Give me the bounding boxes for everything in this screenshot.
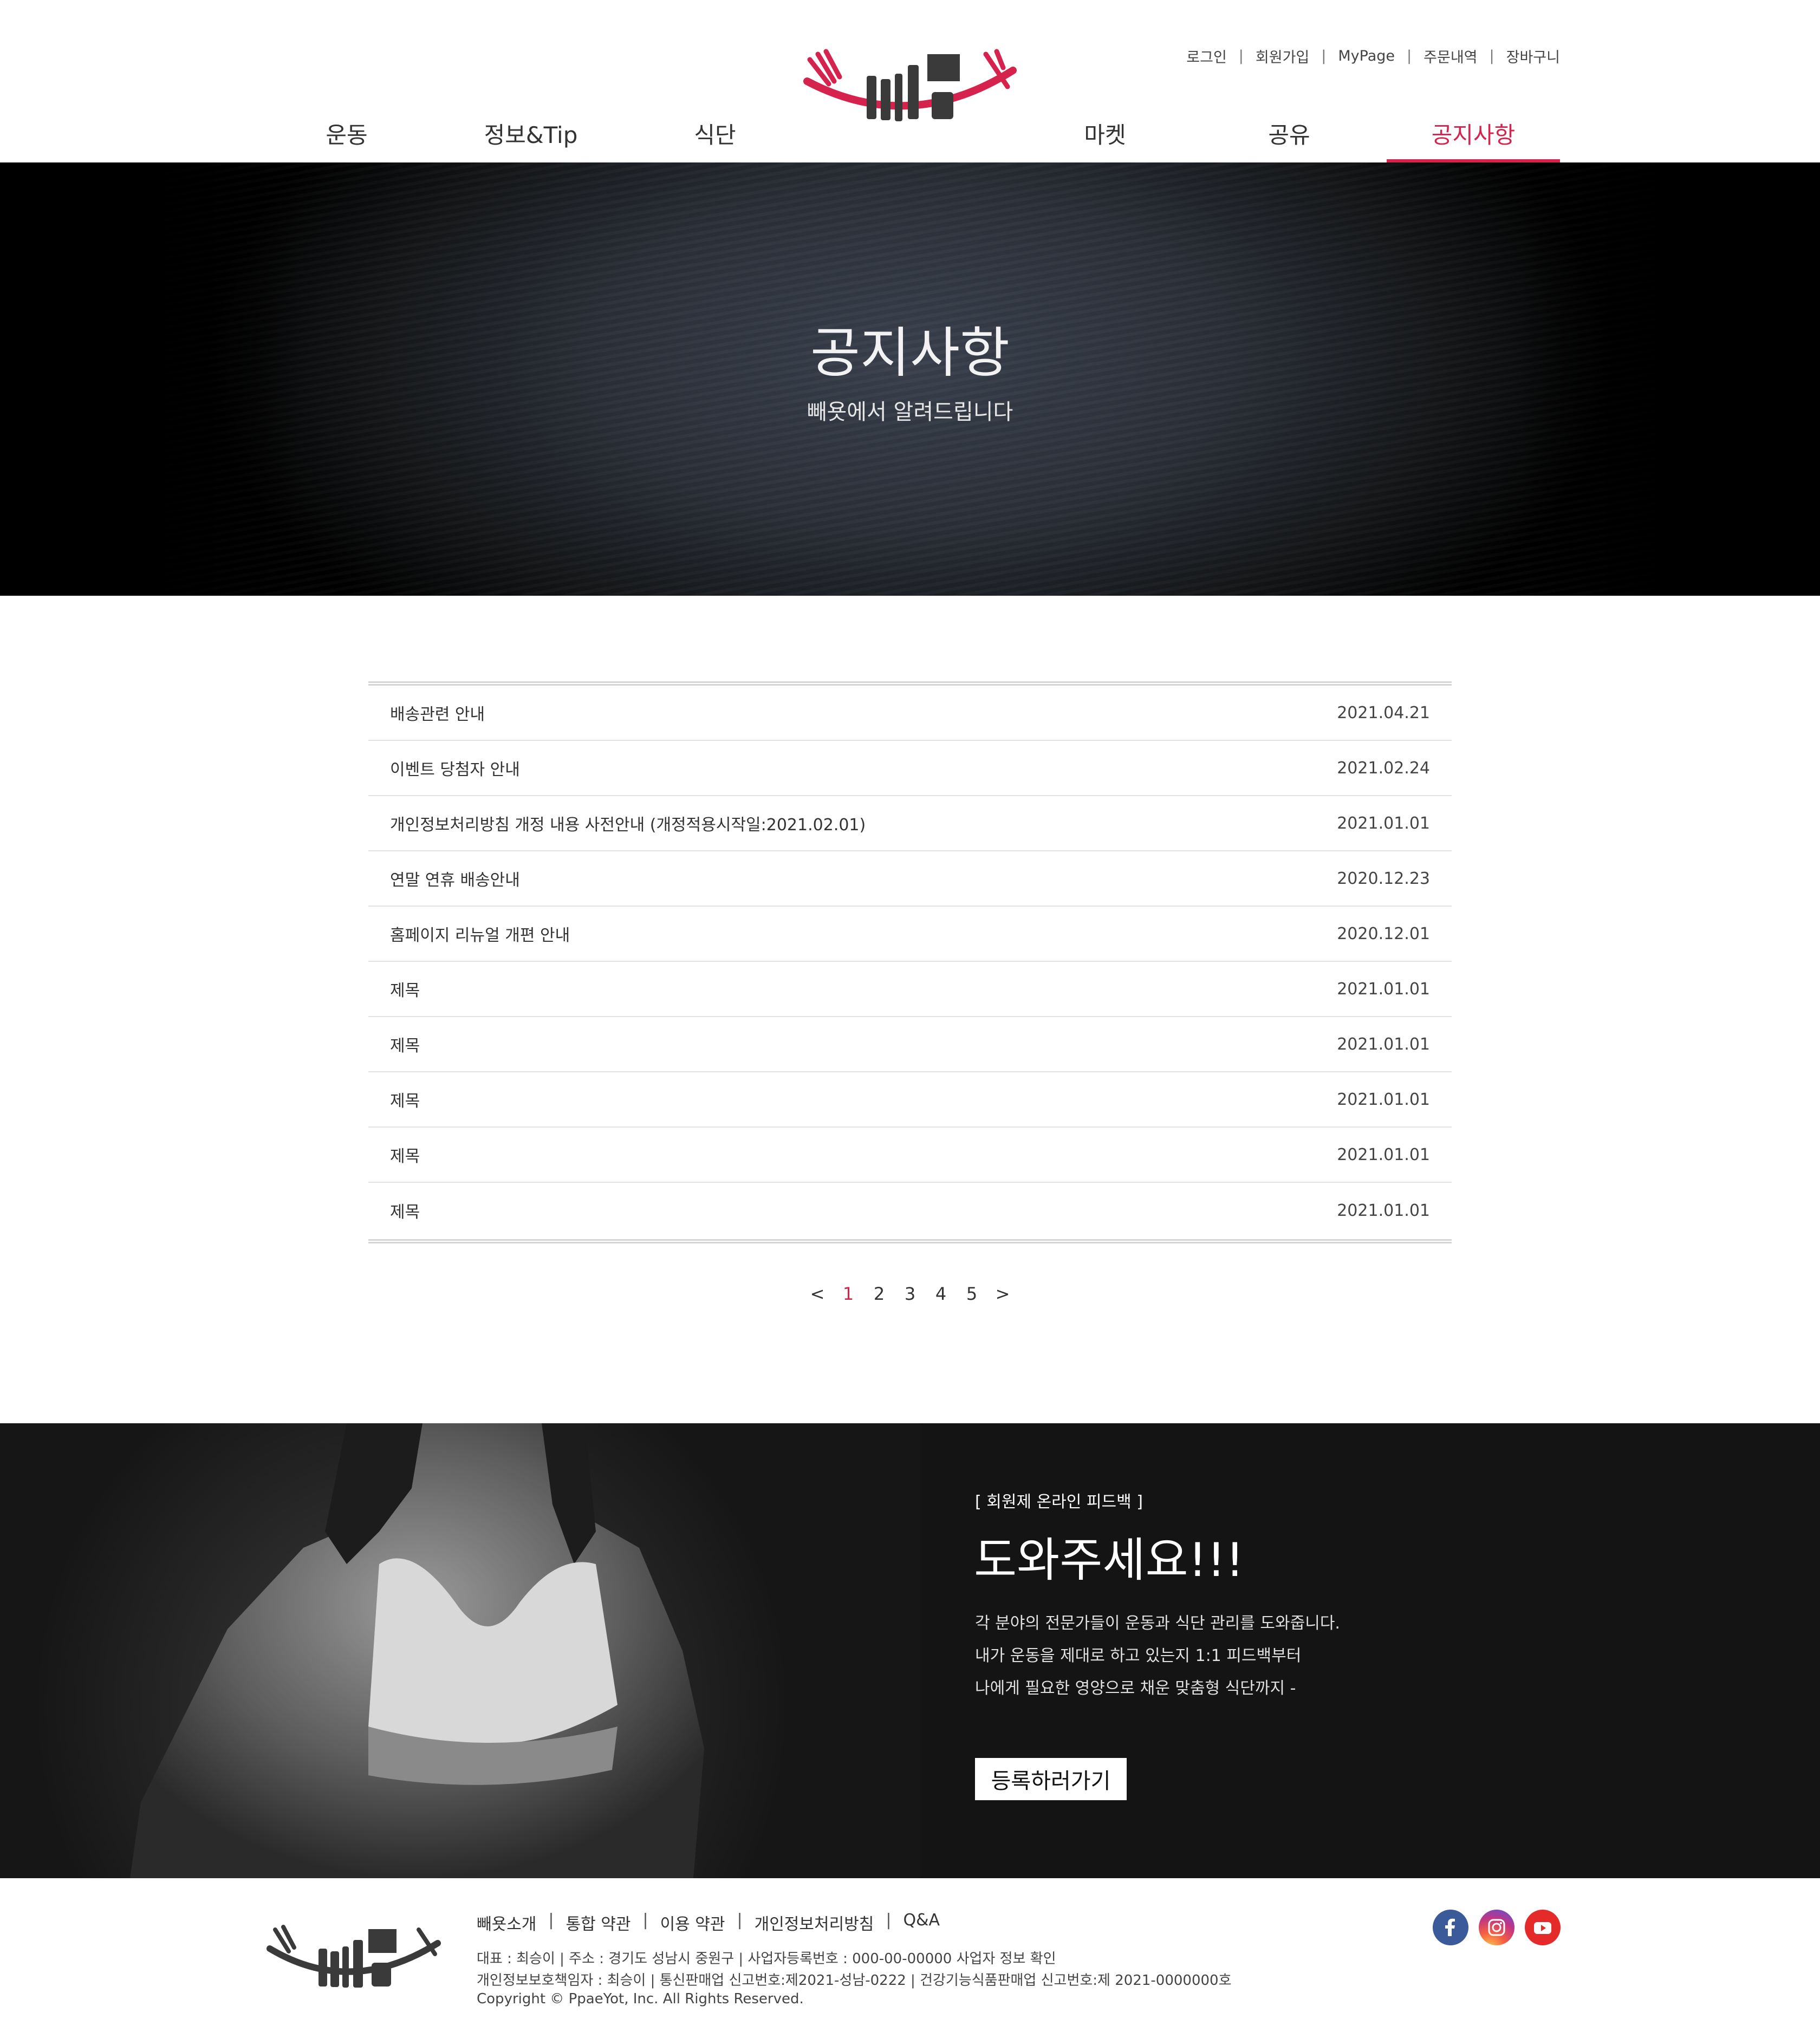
login-link[interactable]: 로그인 [1186,45,1227,67]
promo-tag: [ 회원제 온라인 피드백 ] [975,1493,1143,1512]
nav-item-label: 운동 [326,122,368,148]
pagination: < 1 2 3 4 5 > [0,1284,1820,1304]
facebook-glyph [1445,1918,1455,1936]
instagram-glyph [1488,1919,1505,1936]
page-button[interactable]: 5 [957,1284,987,1304]
promo-desc-line: 나에게 필요한 영양으로 채운 맞춤형 식단까지 - [975,1679,1296,1698]
instagram-icon[interactable] [1479,1910,1514,1945]
notice-title[interactable]: 연말 연휴 배송안내 [390,867,520,890]
hero-banner: 공지사항 빼욧에서 알려드립니다 [0,162,1820,596]
divider: | [642,1911,648,1930]
nav-item-notice[interactable]: 공지사항 [1387,114,1560,162]
page-button-current[interactable]: 1 [833,1284,864,1304]
promo-desc-line: 내가 운동을 제대로 하고 있는지 1:1 피드백부터 [975,1646,1302,1665]
divider: | [1238,48,1244,64]
list-item[interactable]: 홈페이지 리뉴얼 개편 안내 2020.12.01 [368,907,1452,962]
list-item[interactable]: 제목 2021.01.01 [368,1128,1452,1183]
promo-description: 각 분야의 전문가들이 운동과 식단 관리를 도와줍니다. 내가 운동을 제대로… [975,1607,1340,1705]
footer-link-qa[interactable]: Q&A [903,1911,940,1935]
nav-item-label: 식단 [694,122,736,148]
divider: | [1407,48,1412,64]
notice-date: 2021.01.01 [1337,813,1430,833]
divider: | [737,1911,743,1930]
next-page-button[interactable]: > [987,1284,1018,1304]
notice-date: 2021.01.01 [1337,1034,1430,1054]
notice-title[interactable]: 제목 [390,1199,420,1222]
footer-link-about[interactable]: 빼욧소개 [477,1911,536,1935]
notice-date: 2020.12.23 [1337,869,1430,888]
notice-title[interactable]: 배송관련 안내 [390,701,485,725]
mypage-link[interactable]: MyPage [1338,48,1395,64]
notice-title[interactable]: 개인정보처리방침 개정 내용 사전안내 (개정적용시작일:2021.02.01) [390,811,866,835]
utility-menu: 로그인 | 회원가입 | MyPage | 주문내역 | 장바구니 [1186,45,1560,67]
page-button[interactable]: 4 [926,1284,957,1304]
nav-item-label: 공지사항 [1431,122,1516,148]
list-item[interactable]: 연말 연휴 배송안내 2020.12.23 [368,851,1452,907]
list-item[interactable]: 제목 2021.01.01 [368,1017,1452,1072]
notice-title[interactable]: 제목 [390,1143,420,1167]
list-item[interactable]: 개인정보처리방침 개정 내용 사전안내 (개정적용시작일:2021.02.01)… [368,796,1452,851]
prev-page-button[interactable]: < [802,1284,833,1304]
footer-links: 빼욧소개 | 통합 약관 | 이용 약관 | 개인정보처리방침 | Q&A [477,1911,940,1935]
page-button[interactable]: 3 [895,1284,926,1304]
promo-desc-line: 각 분야의 전문가들이 운동과 식단 관리를 도와줍니다. [975,1614,1340,1633]
notice-title[interactable]: 이벤트 당첨자 안내 [390,756,520,780]
notice-title[interactable]: 홈페이지 리뉴얼 개편 안내 [390,922,570,946]
nav-item-exercise[interactable]: 운동 [292,114,401,162]
notice-date: 2021.01.01 [1337,1090,1430,1109]
promo-title: 도와주세요!!! [974,1533,1245,1587]
page-subtitle: 빼욧에서 알려드립니다 [807,400,1013,425]
footer-link-usage[interactable]: 이용 약관 [660,1911,725,1935]
nav-item-info-tip[interactable]: 정보&Tip [466,114,596,162]
list-item[interactable]: 배송관련 안내 2021.04.21 [368,686,1452,741]
site-logo[interactable] [802,43,1018,130]
site-header: 로그인 | 회원가입 | MyPage | 주문내역 | 장바구니 운동 정보&… [0,0,1820,162]
notice-date: 2021.01.01 [1337,1145,1430,1164]
notice-date: 2021.01.01 [1337,979,1430,999]
privacy-info: 개인정보보호책임자 : 최승이 | 통신판매업 신고번호:제2021-성남-02… [477,1972,1232,1989]
athlete-figure [130,1423,704,1878]
facebook-icon[interactable] [1433,1910,1468,1945]
nav-item-market[interactable]: 마켓 [1051,114,1159,162]
youtube-icon[interactable] [1525,1910,1561,1945]
divider: | [886,1911,892,1930]
notice-date: 2021.01.01 [1337,1201,1430,1220]
list-item[interactable]: 제목 2021.01.01 [368,962,1452,1017]
list-item[interactable]: 이벤트 당첨자 안내 2021.02.24 [368,741,1452,796]
divider: | [1321,48,1327,64]
notice-date: 2020.12.01 [1337,924,1430,943]
footer-link-privacy[interactable]: 개인정보처리방침 [755,1911,874,1935]
footer-logo[interactable] [264,1922,443,1997]
list-top-border [368,681,1452,686]
company-info: 대표 : 최승이 | 주소 : 경기도 성남시 중원구 | 사업자등록번호 : … [477,1951,1056,1967]
list-item[interactable]: 제목 2021.01.01 [368,1183,1452,1238]
divider: | [548,1911,554,1930]
footer-link-terms[interactable]: 통합 약관 [566,1911,631,1935]
nav-item-label: 공유 [1268,122,1310,148]
page-button[interactable]: 2 [864,1284,895,1304]
notice-list: 배송관련 안내 2021.04.21 이벤트 당첨자 안내 2021.02.24 개… [368,681,1452,1243]
notice-date: 2021.02.24 [1337,758,1430,778]
nav-item-label: 마켓 [1084,122,1126,148]
nav-item-diet[interactable]: 식단 [661,114,769,162]
nav-item-label: 정보&Tip [484,122,578,148]
notice-date: 2021.04.21 [1337,703,1430,722]
divider: | [1489,48,1494,64]
page-title: 공지사항 [810,321,1010,385]
notice-title[interactable]: 제목 [390,977,420,1001]
notice-title[interactable]: 제목 [390,1032,420,1056]
list-bottom-border [368,1239,1452,1243]
promo-banner: [ 회원제 온라인 피드백 ] 도와주세요!!! 각 분야의 전문가들이 운동과… [0,1423,1820,1878]
notice-title[interactable]: 제목 [390,1087,420,1111]
youtube-glyph [1534,1922,1551,1934]
cart-link[interactable]: 장바구니 [1506,45,1560,67]
register-button[interactable]: 등록하러가기 [975,1758,1127,1800]
orders-link[interactable]: 주문내역 [1424,45,1477,67]
list-item[interactable]: 제목 2021.01.01 [368,1072,1452,1128]
copyright: Copyright © PpaeYot, Inc. All Rights Res… [477,1991,804,2007]
nav-item-share[interactable]: 공유 [1235,114,1343,162]
site-footer: 빼욧소개 | 통합 약관 | 이용 약관 | 개인정보처리방침 | Q&A 대표… [0,1878,1820,2019]
signup-link[interactable]: 회원가입 [1256,45,1309,67]
